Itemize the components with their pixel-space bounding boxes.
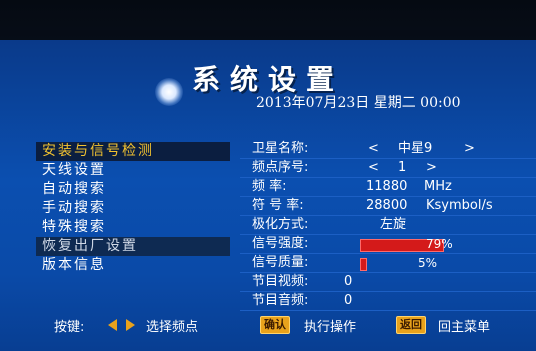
keys-label: 按键: <box>54 320 85 335</box>
menu-item-install-signal[interactable]: 安装与信号检测 <box>36 142 230 161</box>
signal-quality-bar <box>360 258 367 271</box>
symbol-rate-label: 符 号 率: <box>252 198 304 213</box>
signal-quality-label: 信号质量: <box>252 255 309 270</box>
symbol-rate-unit: Ksymbol/s <box>426 198 493 213</box>
back-action: 回主菜单 <box>438 320 491 335</box>
confirm-key[interactable]: 确认 <box>260 316 290 334</box>
signal-quality-text: 5% <box>418 256 438 270</box>
confirm-action: 执行操作 <box>304 320 357 335</box>
polarization-label: 极化方式: <box>252 217 309 232</box>
frequency-unit: MHz <box>424 179 452 194</box>
arrow-left-icon[interactable] <box>108 319 117 331</box>
chevron-right-icon[interactable]: > <box>426 159 437 177</box>
menu-item-manual-search[interactable]: 手动搜索 <box>36 199 230 218</box>
signal-panel: 卫星名称: < 中星9 > 频点序号: < 1 > 频 率: 11880 MHz… <box>240 140 536 311</box>
audio-programs-value: 0 <box>344 293 353 308</box>
menu-item-auto-search[interactable]: 自动搜索 <box>36 180 230 199</box>
video-programs-row: 节目视频: 0 <box>240 273 536 292</box>
chevron-right-icon[interactable]: > <box>464 140 475 158</box>
video-programs-label: 节目视频: <box>252 274 309 289</box>
video-programs-value: 0 <box>344 274 353 289</box>
audio-programs-label: 节目音频: <box>252 293 309 308</box>
chevron-left-icon[interactable]: < <box>368 159 379 177</box>
symbol-rate-value: 28800 <box>366 198 408 213</box>
audio-programs-row: 节目音频: 0 <box>240 292 536 311</box>
date-time: 2013年07月23日 星期二 00:00 <box>256 95 461 111</box>
back-key[interactable]: 返回 <box>396 316 426 334</box>
arrow-right-icon[interactable] <box>126 319 135 331</box>
signal-strength-text: 79% <box>426 237 453 251</box>
satellite-name-value: 中星9 <box>398 141 433 156</box>
frequency-row[interactable]: 频 率: 11880 MHz <box>240 178 536 197</box>
signal-quality-row: 信号质量: 5% <box>240 254 536 273</box>
signal-strength-label: 信号强度: <box>252 236 309 251</box>
freq-index-row[interactable]: 频点序号: < 1 > <box>240 159 536 178</box>
chevron-left-icon[interactable]: < <box>368 140 379 158</box>
menu-item-version-info[interactable]: 版本信息 <box>36 256 230 275</box>
satellite-name-label: 卫星名称: <box>252 141 309 156</box>
polarization-row[interactable]: 极化方式: 左旋 <box>240 216 536 235</box>
symbol-rate-row[interactable]: 符 号 率: 28800 Ksymbol/s <box>240 197 536 216</box>
freq-index-label: 频点序号: <box>252 160 309 175</box>
frequency-value: 11880 <box>366 179 408 194</box>
footer-bar: 按键: 选择频点 确认 执行操作 返回 回主菜单 <box>0 312 536 340</box>
signal-strength-row: 信号强度: 79% <box>240 235 536 254</box>
menu-item-factory-reset[interactable]: 恢复出厂设置 <box>36 237 230 256</box>
select-freq-label: 选择频点 <box>146 320 199 335</box>
menu-item-antenna[interactable]: 天线设置 <box>36 161 230 180</box>
satellite-name-row[interactable]: 卫星名称: < 中星9 > <box>240 140 536 159</box>
polarization-value: 左旋 <box>380 217 407 232</box>
freq-index-value: 1 <box>398 160 407 175</box>
frequency-label: 频 率: <box>252 179 287 194</box>
menu-item-special-search[interactable]: 特殊搜索 <box>36 218 230 237</box>
settings-menu: 安装与信号检测 天线设置 自动搜索 手动搜索 特殊搜索 恢复出厂设置 版本信息 <box>36 142 230 275</box>
